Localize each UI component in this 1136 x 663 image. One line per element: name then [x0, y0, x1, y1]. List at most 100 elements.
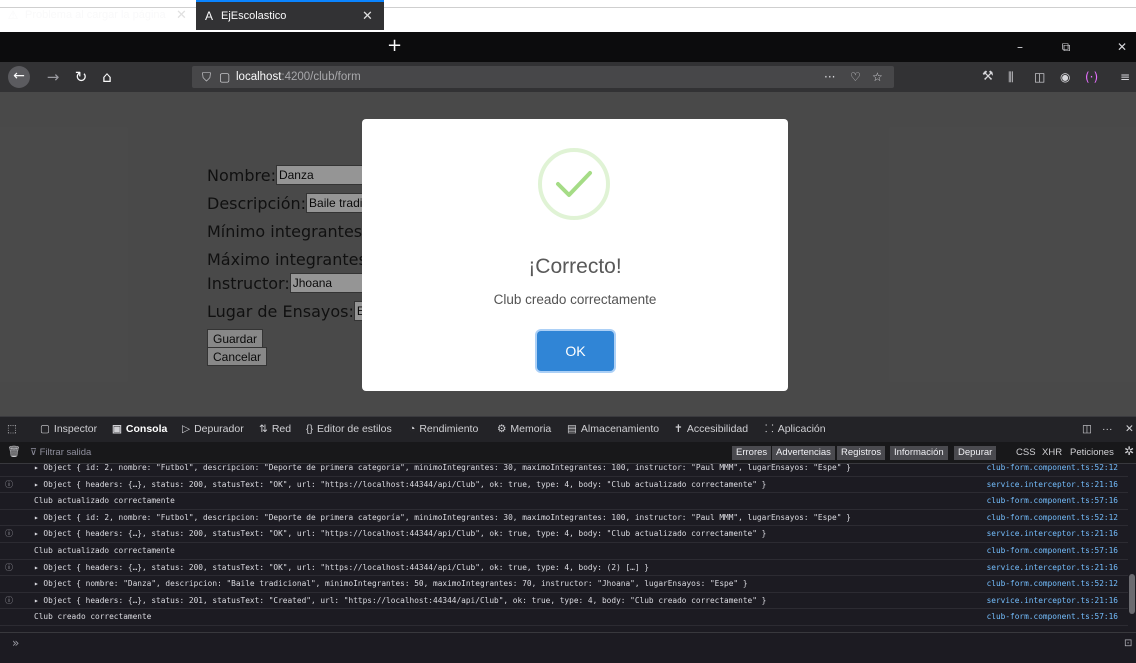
- new-tab-button[interactable]: +: [387, 32, 402, 62]
- console-message: ▸ Object { headers: {…}, status: 200, st…: [34, 529, 767, 539]
- tab-label: Editor de estilos: [317, 423, 392, 435]
- console-source-link[interactable]: club-form.component.ts:57:16: [987, 493, 1118, 509]
- memory-icon: ⚙: [497, 423, 507, 435]
- pocket-icon[interactable]: ♡: [850, 66, 861, 88]
- chip-errores[interactable]: Errores: [732, 446, 772, 460]
- chip-css[interactable]: CSS: [1012, 446, 1040, 460]
- settings-gear-icon[interactable]: ✲: [1124, 444, 1134, 458]
- tab-inspector[interactable]: ▢ Inspector: [40, 416, 97, 442]
- page-icon[interactable]: ▢: [219, 66, 230, 88]
- tab-label: Problema al cargar la página: [25, 9, 166, 21]
- wrench-icon[interactable]: ⚒: [982, 66, 994, 88]
- close-devtools-button[interactable]: ✕: [1125, 416, 1134, 442]
- maximize-button[interactable]: ⧉: [1052, 32, 1080, 62]
- chip-informacion[interactable]: Información: [890, 446, 948, 460]
- console-row: Club actualizado correctamente club-form.…: [0, 543, 1128, 560]
- console-source-link[interactable]: service.interceptor.ts:21:16: [987, 477, 1118, 493]
- tab-editor-estilos[interactable]: {} Editor de estilos: [306, 416, 392, 442]
- storage-icon: ▤: [567, 423, 577, 435]
- info-icon: ⓘ: [5, 479, 13, 489]
- tab-aplicacion[interactable]: ⸬ Aplicación: [765, 416, 826, 442]
- tab-memoria[interactable]: ⚙ Memoria: [497, 416, 551, 442]
- chip-peticiones[interactable]: Peticiones: [1066, 446, 1118, 460]
- chip-depurar[interactable]: Depurar: [954, 446, 997, 460]
- scrollbar-thumb[interactable]: [1129, 574, 1135, 614]
- shield-icon[interactable]: ⛉: [202, 66, 211, 88]
- console-source-link[interactable]: service.interceptor.ts:21:16: [987, 593, 1118, 609]
- page-actions-icon[interactable]: ···: [824, 66, 835, 88]
- console-row: Club creado correctamente club-form.compo…: [0, 609, 1128, 626]
- close-window-button[interactable]: ✕: [1108, 32, 1136, 62]
- forward-button[interactable]: →: [40, 62, 66, 92]
- console-message: ▸ Object { headers: {…}, status: 200, st…: [34, 562, 649, 572]
- bookmark-star-icon[interactable]: ☆: [872, 66, 883, 88]
- tab-label: EjEscolastico: [221, 10, 287, 22]
- tab-label: Depurador: [194, 423, 244, 435]
- console-row[interactable]: ▸ Object { id: 2, nombre: "Futbol", desc…: [0, 464, 1128, 477]
- close-icon[interactable]: ✕: [176, 7, 187, 23]
- console-row[interactable]: ▸ Object { id: 2, nombre: "Futbol", desc…: [0, 510, 1128, 527]
- more-options-button[interactable]: ···: [1102, 416, 1113, 442]
- console-source-link[interactable]: club-form.component.ts:52:12: [987, 464, 1118, 476]
- console-output: ▸ Object { id: 2, nombre: "Futbol", desc…: [0, 464, 1128, 632]
- warning-icon: ⚠: [7, 8, 19, 22]
- dock-button[interactable]: ◫: [1082, 416, 1092, 442]
- console-source-link[interactable]: club-form.component.ts:57:16: [987, 543, 1118, 559]
- console-row[interactable]: ⓘ ▸ Object { headers: {…}, status: 201, s…: [0, 593, 1128, 610]
- minimize-button[interactable]: –: [1006, 32, 1034, 62]
- console-prompt: »: [12, 636, 20, 650]
- extension-icon[interactable]: (·): [1085, 66, 1098, 88]
- console-icon: ▣: [112, 423, 122, 435]
- console-source-link[interactable]: service.interceptor.ts:21:16: [987, 560, 1118, 576]
- console-message: ▸ Object { headers: {…}, status: 201, st…: [34, 595, 767, 605]
- filter-icon: ⊽: [30, 447, 40, 458]
- editor-mode-icon[interactable]: ⊡: [1124, 638, 1132, 649]
- tab-consola[interactable]: ▣ Consola: [112, 416, 167, 442]
- back-button[interactable]: ←: [8, 66, 30, 88]
- tab-problema[interactable]: ⚠ Problema al cargar la página ✕: [6, 0, 196, 30]
- console-row[interactable]: ▸ Object { nombre: "Danza", descripcion:…: [0, 576, 1128, 593]
- more-icon: ···: [1102, 423, 1113, 435]
- console-message: Club actualizado correctamente: [34, 496, 175, 506]
- console-input-row[interactable]: [0, 632, 1136, 663]
- library-icon[interactable]: ⫼: [1008, 66, 1014, 88]
- pick-element-icon: ⬚: [7, 423, 17, 435]
- tab-red[interactable]: ⇅ Red: [259, 416, 291, 442]
- dock-icon: ◫: [1082, 423, 1092, 435]
- trash-icon[interactable]: 🗑: [7, 445, 21, 458]
- console-row[interactable]: ⓘ ▸ Object { headers: {…}, status: 200, s…: [0, 560, 1128, 577]
- console-source-link[interactable]: club-form.component.ts:52:12: [987, 576, 1118, 592]
- url-text[interactable]: localhost:4200/club/form: [236, 66, 361, 88]
- console-row[interactable]: ⓘ ▸ Object { headers: {…}, status: 200, s…: [0, 526, 1128, 543]
- ok-button[interactable]: OK: [537, 331, 614, 371]
- sidebar-icon[interactable]: ◫: [1034, 66, 1045, 88]
- home-button[interactable]: ⌂: [94, 62, 120, 92]
- tab-accesibilidad[interactable]: ✝ Accesibilidad: [674, 416, 748, 442]
- tab-rendimiento[interactable]: ◔ Rendimiento: [409, 416, 478, 442]
- close-icon[interactable]: ✕: [362, 8, 373, 24]
- modal-message: Club creado correctamente: [493, 292, 657, 307]
- modal-title: ¡Correcto!: [528, 255, 622, 278]
- tab-almacenamiento[interactable]: ▤ Almacenamiento: [567, 416, 659, 442]
- console-source-link[interactable]: service.interceptor.ts:21:16: [987, 526, 1118, 542]
- tab-bar: [0, 32, 1136, 62]
- style-editor-icon: {}: [306, 423, 314, 435]
- console-source-link[interactable]: club-form.component.ts:57:16: [987, 609, 1118, 625]
- accessibility-icon: ✝: [674, 423, 683, 435]
- chip-xhr[interactable]: XHR: [1038, 446, 1066, 460]
- tab-depurador[interactable]: ▷ Depurador: [182, 416, 244, 442]
- filter-input[interactable]: ⊽ Filtrar salida: [30, 442, 91, 464]
- inspector-icon: ▢: [40, 423, 50, 435]
- tab-ejescolastico[interactable]: A EjEscolastico ✕: [196, 0, 384, 30]
- url-host: localhost: [236, 71, 282, 83]
- arrow-left-icon: ←: [13, 68, 25, 84]
- tab-label: Consola: [125, 423, 168, 435]
- menu-icon[interactable]: ≡: [1120, 66, 1130, 88]
- account-icon[interactable]: ◉: [1060, 66, 1070, 88]
- chip-registros[interactable]: Registros: [837, 446, 886, 460]
- console-row[interactable]: ⓘ ▸ Object { headers: {…}, status: 200, s…: [0, 477, 1128, 494]
- pick-element-button[interactable]: ⬚: [7, 416, 21, 442]
- chip-advertencias[interactable]: Advertencias: [772, 446, 835, 460]
- console-source-link[interactable]: club-form.component.ts:52:12: [987, 510, 1118, 526]
- reload-button[interactable]: ↻: [68, 62, 94, 92]
